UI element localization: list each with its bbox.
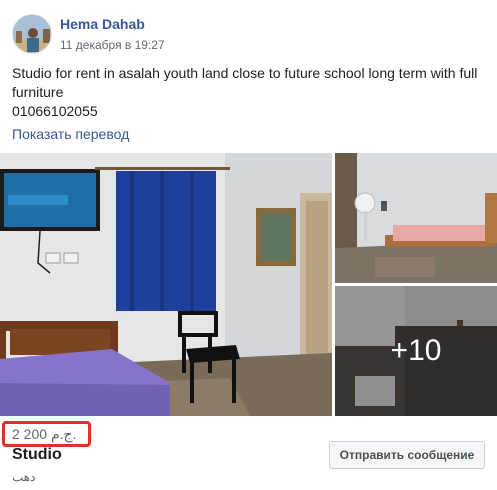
photo-grid: +10	[0, 153, 497, 416]
avatar-image	[13, 15, 51, 53]
more-photos-overlay[interactable]: +10	[335, 286, 497, 416]
listing-location: دهب	[12, 470, 36, 484]
show-translation-link[interactable]: Показать перевод	[12, 126, 129, 142]
post-text: Studio for rent in asalah youth land clo…	[12, 64, 487, 121]
more-photos-count: +10	[390, 334, 442, 367]
marketplace-post: Hema Dahab 11 декабря в 19:27 Studio for…	[0, 0, 497, 490]
bedroom-photo-image	[335, 153, 497, 283]
post-text-line: furniture	[12, 84, 64, 100]
listing-footer: 2 200 ج.م. Studio دهب Отправить сообщени…	[0, 416, 497, 490]
room-photo-image	[0, 153, 332, 416]
photo-bottom-right[interactable]: +10	[335, 286, 497, 416]
author-avatar[interactable]	[12, 14, 52, 54]
author-name[interactable]: Hema Dahab	[60, 16, 145, 32]
listing-price: 2 200 ج.م.	[12, 426, 77, 442]
listing-title[interactable]: Studio	[12, 446, 62, 464]
post-timestamp[interactable]: 11 декабря в 19:27	[60, 38, 165, 52]
post-text-line: Studio for rent in asalah youth land clo…	[12, 65, 478, 81]
send-message-button[interactable]: Отправить сообщение	[329, 441, 485, 469]
photo-top-right[interactable]	[335, 153, 497, 283]
phone-number: 01066102055	[12, 103, 98, 119]
photo-main[interactable]	[0, 153, 332, 416]
